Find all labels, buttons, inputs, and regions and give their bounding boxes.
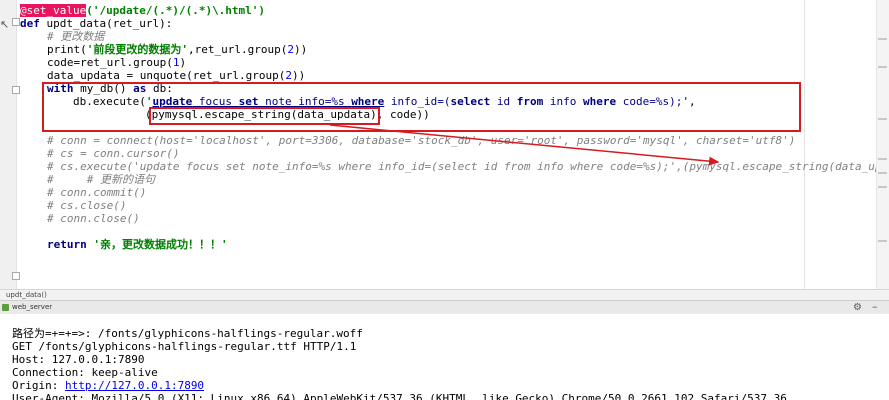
- scroll-marker: [878, 66, 887, 68]
- console-line: User-Agent: Mozilla/5.0 (X11; Linux x86_…: [12, 392, 787, 400]
- console-line: GET /fonts/glyphicons-halflings-regular.…: [12, 340, 357, 353]
- editor-scrollbar[interactable]: [876, 0, 889, 289]
- breadcrumb-function[interactable]: updt_data(): [0, 291, 47, 299]
- scroll-marker: [878, 38, 887, 40]
- origin-link[interactable]: http://127.0.0.1:7890: [65, 379, 204, 392]
- scroll-marker: [878, 118, 887, 120]
- run-tab-label[interactable]: web_server: [12, 301, 52, 314]
- console-line: 路径为=+=+=>: /fonts/glyphicons-halflings-r…: [12, 327, 363, 340]
- console-line: Connection: keep-alive: [12, 366, 158, 379]
- scroll-marker: [878, 240, 887, 242]
- code-editor[interactable]: ↖ @set_value('/update/(.*)/(.*)\.html') …: [0, 0, 889, 289]
- minimize-icon[interactable]: –: [872, 300, 878, 313]
- run-icon: [2, 304, 9, 311]
- annotation-arrow: [329, 124, 720, 166]
- gear-icon[interactable]: ⚙: [853, 301, 862, 314]
- breadcrumb[interactable]: updt_data(): [0, 289, 889, 300]
- run-panel-header: web_server ⚙ –: [0, 300, 889, 315]
- scroll-marker: [878, 172, 887, 174]
- scroll-marker: [878, 186, 887, 188]
- console-output[interactable]: 路径为=+=+=>: /fonts/glyphicons-halflings-r…: [0, 314, 889, 400]
- scroll-marker: [878, 158, 887, 160]
- console-line-origin: Origin: http://127.0.0.1:7890: [12, 379, 204, 392]
- origin-label: Origin:: [12, 379, 65, 392]
- console-line: Host: 127.0.0.1:7890: [12, 353, 145, 366]
